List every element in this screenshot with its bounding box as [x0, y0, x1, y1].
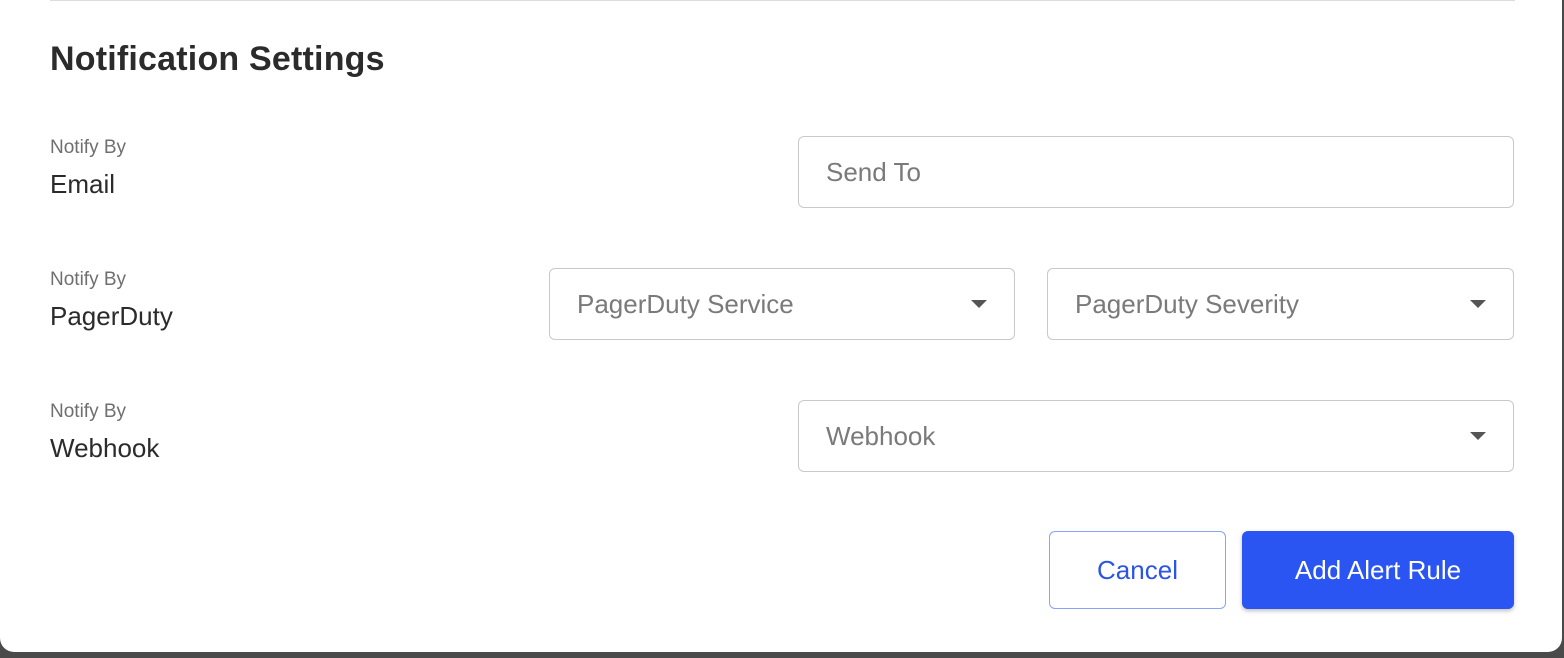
pagerduty-service-select[interactable]: PagerDuty Service: [549, 268, 1015, 340]
pagerduty-severity-placeholder: PagerDuty Severity: [1075, 289, 1299, 319]
alert-rule-modal: Notification Settings Notify By Email No…: [0, 0, 1562, 652]
caret-down-icon: [1470, 300, 1486, 308]
webhook-row-label: Notify By Webhook: [50, 400, 159, 464]
caret-down-icon: [971, 300, 987, 308]
channel-name-webhook: Webhook: [50, 433, 160, 463]
notify-by-caption: Notify By: [50, 137, 127, 158]
notify-by-caption: Notify By: [50, 401, 127, 422]
send-to-input[interactable]: [799, 137, 1513, 207]
cancel-button[interactable]: Cancel: [1049, 531, 1226, 609]
channel-name-pagerduty: PagerDuty: [50, 301, 173, 331]
section-divider: [50, 0, 1515, 1]
add-alert-rule-button[interactable]: Add Alert Rule: [1242, 531, 1514, 609]
webhook-placeholder: Webhook: [826, 421, 936, 451]
section-title: Notification Settings: [50, 40, 385, 78]
webhook-select[interactable]: Webhook: [798, 400, 1514, 472]
notify-by-caption: Notify By: [50, 269, 127, 290]
send-to-field[interactable]: [798, 136, 1514, 208]
channel-name-email: Email: [50, 169, 116, 199]
pagerduty-service-placeholder: PagerDuty Service: [577, 289, 794, 319]
pagerduty-row-label: Notify By PagerDuty: [50, 268, 173, 332]
caret-down-icon: [1470, 432, 1486, 440]
email-row-label: Notify By Email: [50, 136, 126, 200]
pagerduty-severity-select[interactable]: PagerDuty Severity: [1047, 268, 1514, 340]
